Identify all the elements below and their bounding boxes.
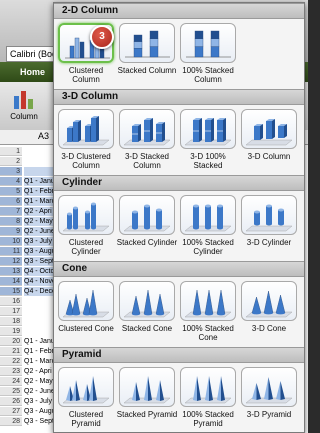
section-row: Clustered Pyramid Stacked Pyramid 100% Sta… [54, 363, 304, 432]
row-number[interactable]: 15 [0, 287, 22, 296]
100-stacked-pyramid-icon [184, 376, 232, 404]
section-header: Cone [54, 261, 304, 277]
chart-type-label: Clustered Pyramid [68, 410, 104, 428]
row-number[interactable]: 24 [0, 377, 22, 386]
row-number[interactable]: 19 [0, 327, 22, 336]
chart-type-label: Stacked Cylinder [116, 238, 178, 247]
chart-type-label: Stacked Column [117, 66, 177, 75]
chart-type-label: Clustered Column [68, 66, 104, 84]
stacked-cylinder-button[interactable] [119, 195, 175, 235]
chart-type-label: 3-D Stacked Column [124, 152, 170, 170]
stacked-cone-icon [123, 289, 171, 318]
100-stacked-column-icon [186, 30, 231, 58]
section-header: Pyramid [54, 347, 304, 363]
3d-100-stacked-column-button[interactable] [180, 109, 236, 149]
3d-column-button[interactable] [241, 109, 297, 149]
chart-type-label: 100% Stacked Pyramid [182, 410, 234, 428]
row-number[interactable]: 17 [0, 307, 22, 316]
chart-type-label: Stacked Pyramid [116, 410, 178, 419]
section-header: 3-D Column [54, 89, 304, 105]
3d-clustered-column-icon [62, 116, 110, 146]
column-chart-icon [14, 91, 33, 109]
column-chart-button[interactable]: Column [6, 88, 42, 128]
3d-column-icon [245, 119, 293, 146]
row-number[interactable]: 8 [0, 217, 22, 226]
section-header: Cylinder [54, 175, 304, 191]
chart-type-label: 100% Stacked Cone [182, 324, 234, 342]
row-number[interactable]: 9 [0, 227, 22, 236]
chart-type-label: 100% Stacked Cylinder [182, 238, 234, 256]
row-number[interactable]: 26 [0, 397, 22, 406]
100-stacked-pyramid-button[interactable] [180, 367, 236, 407]
row-number[interactable]: 7 [0, 207, 22, 216]
100-stacked-cylinder-button[interactable] [180, 195, 236, 235]
100-stacked-cylinder-icon [184, 204, 232, 232]
3d-cylinder-icon [245, 204, 293, 232]
chart-type-label: Clustered Cylinder [68, 238, 104, 256]
chart-type-label: 3-D Cylinder [246, 238, 292, 247]
chart-type-label: Stacked Cone [121, 324, 173, 333]
row-number[interactable]: 21 [0, 347, 22, 356]
stacked-cylinder-icon [123, 204, 171, 232]
chart-type-label: 3-D 100% Stacked [190, 152, 226, 170]
stacked-column-icon [125, 30, 170, 58]
100-stacked-cone-icon [184, 289, 232, 318]
row-number[interactable]: 12 [0, 257, 22, 266]
row-number[interactable]: 4 [0, 177, 22, 186]
row-number[interactable]: 13 [0, 267, 22, 276]
row-number[interactable]: 6 [0, 197, 22, 206]
3d-pyramid-icon [245, 377, 293, 404]
3d-clustered-column-button[interactable] [58, 109, 114, 149]
section-row: Clustered Cone Stacked Cone 100% Stacked C… [54, 277, 304, 347]
stacked-pyramid-button[interactable] [119, 367, 175, 407]
excel-window: Calibri (Body) Home Column A3 1 2 3 4 Q1 - J… [0, 0, 308, 433]
chart-type-label: 3-D Clustered Column [61, 152, 111, 170]
clustered-pyramid-icon [62, 376, 110, 404]
chart-type-label: 3-D Pyramid [246, 410, 292, 419]
row-number[interactable]: 27 [0, 407, 22, 416]
clustered-pyramid-button[interactable] [58, 367, 114, 407]
3d-pyramid-button[interactable] [241, 367, 297, 407]
chart-type-label: 3-D Cone [251, 324, 287, 333]
3d-cone-icon [245, 290, 293, 318]
stacked-cone-button[interactable] [119, 281, 175, 321]
chart-type-label: 100% Stacked Column [182, 66, 234, 84]
chart-type-label: 3-D Column [247, 152, 291, 161]
name-box-value: A3 [38, 131, 50, 141]
row-number[interactable]: 16 [0, 297, 22, 306]
3d-stacked-column-button[interactable] [119, 109, 175, 149]
chart-type-label: Clustered Cone [58, 324, 114, 333]
stacked-pyramid-icon [123, 376, 171, 404]
section-row: 3-D Clustered Column 3-D Stacked Column 3-… [54, 105, 304, 175]
row-number[interactable]: 22 [0, 357, 22, 366]
row-number[interactable]: 14 [0, 277, 22, 286]
row-number[interactable]: 5 [0, 187, 22, 196]
clustered-cylinder-icon [62, 202, 110, 232]
3d-cone-button[interactable] [241, 281, 297, 321]
column-button-label: Column [10, 112, 38, 121]
section-row: Clustered Cylinder Stacked Cylinder 100% S… [54, 191, 304, 261]
column-chart-gallery: 2-D Column Clustered Column Stacked Column… [53, 2, 305, 433]
row-number[interactable]: 1 [0, 147, 22, 156]
step-badge: 3 [90, 25, 114, 49]
clustered-cylinder-button[interactable] [58, 195, 114, 235]
row-number[interactable]: 2 [0, 157, 22, 166]
100-stacked-column-button[interactable] [180, 23, 236, 63]
3d-100-stacked-column-icon [184, 118, 232, 146]
row-number[interactable]: 10 [0, 237, 22, 246]
clustered-cone-button[interactable] [58, 281, 114, 321]
3d-cylinder-button[interactable] [241, 195, 297, 235]
row-number[interactable]: 18 [0, 317, 22, 326]
row-number[interactable]: 23 [0, 367, 22, 376]
stacked-column-button[interactable] [119, 23, 175, 63]
row-number[interactable]: 11 [0, 247, 22, 256]
100-stacked-cone-button[interactable] [180, 281, 236, 321]
3d-stacked-column-icon [123, 118, 171, 146]
section-header: 2-D Column [54, 3, 304, 19]
row-number[interactable]: 28 [0, 417, 22, 426]
row-number[interactable]: 20 [0, 337, 22, 346]
row-number[interactable]: 3 [0, 167, 22, 176]
clustered-cone-icon [62, 289, 110, 318]
row-number[interactable]: 25 [0, 387, 22, 396]
